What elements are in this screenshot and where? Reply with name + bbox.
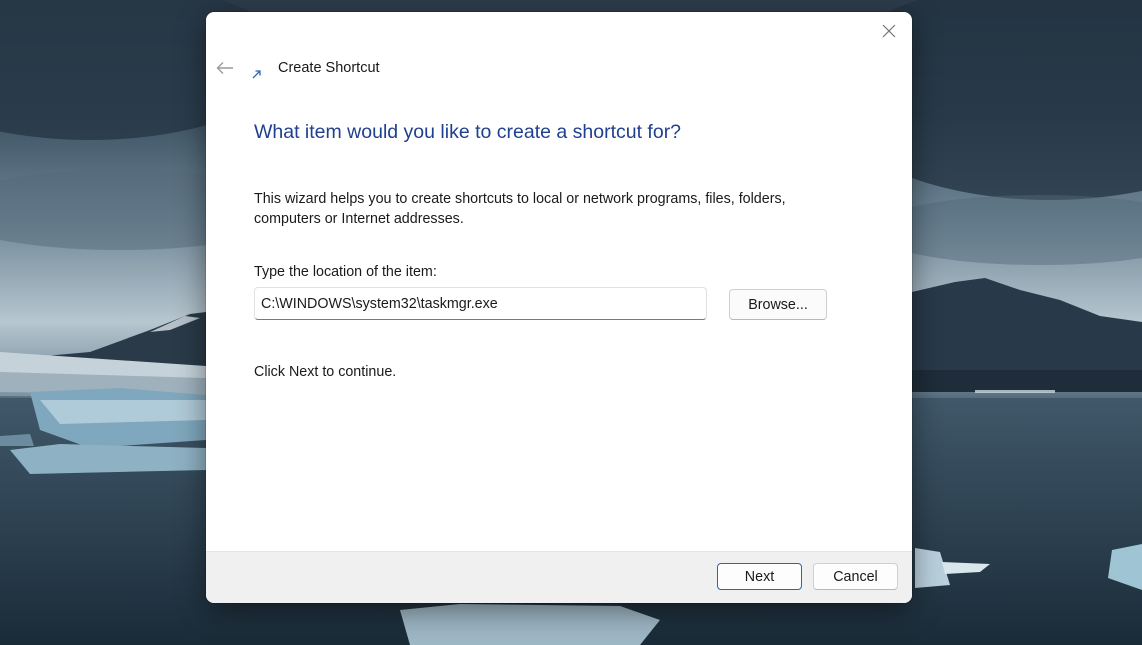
continue-hint: Click Next to continue. (254, 364, 397, 380)
dialog-title: Create Shortcut (278, 60, 380, 76)
wizard-description: This wizard helps you to create shortcut… (254, 191, 786, 227)
dialog-footer: Next Cancel (206, 551, 912, 603)
wizard-heading: What item would you like to create a sho… (254, 121, 682, 143)
close-icon (882, 24, 896, 38)
next-button[interactable]: Next (717, 563, 802, 590)
back-button[interactable] (212, 56, 238, 80)
back-arrow-icon (216, 62, 233, 74)
shortcut-arrow-icon (252, 70, 261, 79)
cancel-button[interactable]: Cancel (813, 563, 898, 590)
location-input[interactable] (254, 287, 707, 320)
browse-button[interactable]: Browse... (729, 289, 827, 320)
create-shortcut-dialog: Create Shortcut What item would you like… (206, 12, 912, 603)
close-button[interactable] (872, 18, 906, 44)
location-label: Type the location of the item: (254, 264, 437, 280)
